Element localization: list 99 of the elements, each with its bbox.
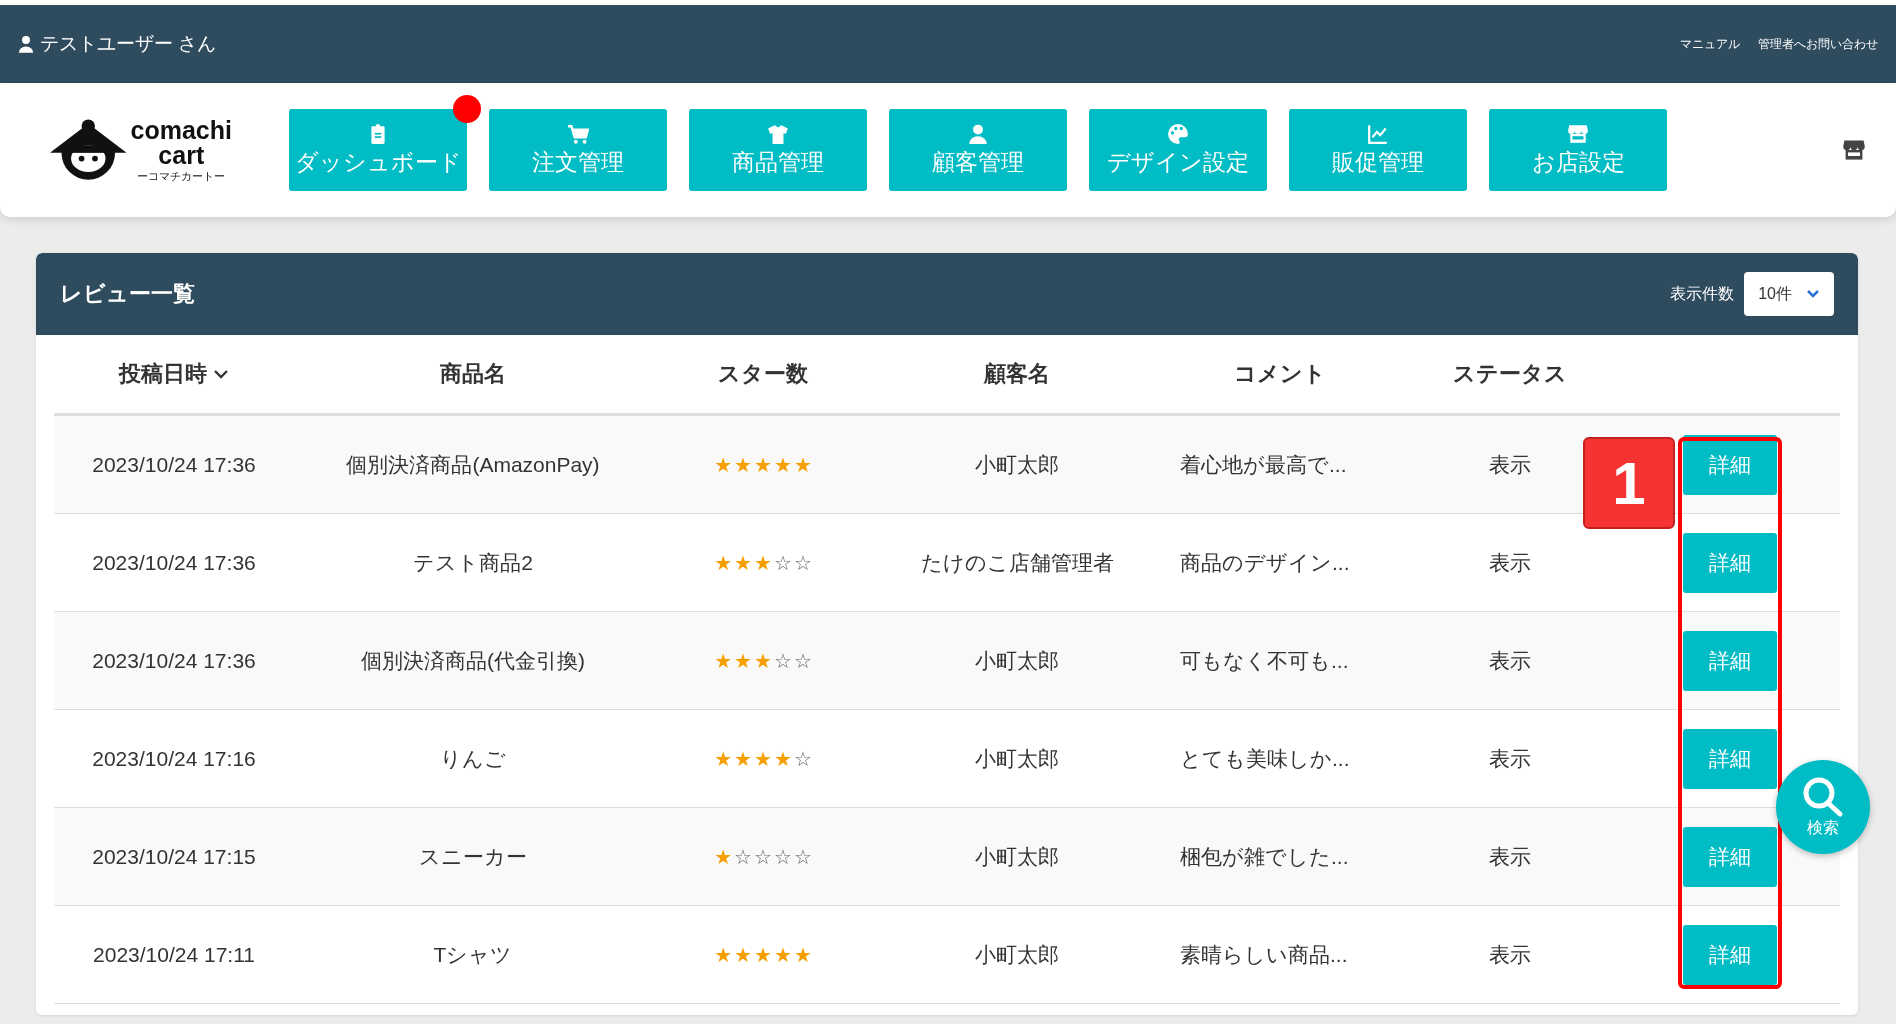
filled-star-icon: ★ — [734, 942, 753, 967]
logo-text: cart — [158, 143, 205, 168]
filled-star-icon: ★ — [734, 550, 753, 575]
empty-star-icon: ☆ — [773, 550, 792, 575]
line-chart-icon — [1367, 122, 1389, 145]
user-name: テストユーザー さん — [40, 32, 217, 56]
empty-star-icon: ☆ — [793, 550, 812, 575]
filled-star-icon: ★ — [714, 550, 733, 575]
filled-star-icon: ★ — [754, 746, 772, 771]
nav-button[interactable]: デザイン設定 — [1089, 109, 1267, 191]
date-cell-text: 2023/10/24 17:36 — [91, 452, 257, 477]
empty-star-icon: ☆ — [793, 648, 812, 673]
product-cell-text: 個別決済商品(AmazonPay) — [345, 451, 601, 478]
product-cell-text: テスト商品2 — [412, 549, 534, 576]
palette-icon — [1167, 122, 1189, 145]
status-cell-text: 表示 — [1488, 549, 1532, 576]
panel-title: レビュー一覧 — [60, 280, 195, 308]
header-link[interactable]: マニュアル — [1680, 35, 1740, 53]
chevron-down-icon — [1806, 289, 1820, 299]
header-link[interactable]: 管理者へお問い合わせ — [1758, 35, 1878, 53]
comment-cell-text: 梱包が雑でした... — [1179, 843, 1350, 870]
empty-star-icon: ☆ — [754, 844, 772, 869]
date-cell-text: 2023/10/24 17:36 — [91, 648, 257, 673]
per-page-select[interactable]: 10件 — [1744, 272, 1834, 316]
filled-star-icon: ★ — [734, 746, 753, 771]
date-cell-text: 2023/10/24 17:36 — [91, 550, 257, 575]
empty-star-icon: ☆ — [793, 844, 812, 869]
empty-star-icon: ☆ — [793, 746, 812, 771]
filled-star-icon: ★ — [754, 550, 772, 575]
comment-cell-text: 商品のデザイン... — [1179, 549, 1351, 576]
column-header[interactable]: スター数 — [652, 359, 874, 389]
filled-star-icon: ★ — [793, 452, 812, 477]
product-cell-text: Tシャツ — [432, 941, 514, 968]
customer-cell-text: 小町太郎 — [974, 745, 1060, 772]
user-icon — [18, 35, 34, 53]
nav-button[interactable]: 顧客管理 — [889, 109, 1067, 191]
product-cell-text: スニーカー — [418, 843, 528, 870]
product-cell-text: 個別決済商品(代金引換) — [360, 647, 586, 674]
date-cell-text: 2023/10/24 17:15 — [91, 844, 257, 869]
filled-star-icon: ★ — [754, 942, 772, 967]
store-icon — [1567, 122, 1589, 145]
annotation-badge: 1 — [1583, 437, 1675, 529]
column-header[interactable]: 顧客名 — [874, 359, 1160, 389]
filled-star-icon: ★ — [714, 452, 733, 477]
empty-star-icon: ☆ — [734, 844, 753, 869]
shirt-icon — [767, 122, 789, 145]
customer-cell-text: 小町太郎 — [974, 843, 1060, 870]
nav-button[interactable]: 注文管理 — [489, 109, 667, 191]
status-cell-text: 表示 — [1488, 745, 1532, 772]
filled-star-icon: ★ — [714, 746, 733, 771]
filled-star-icon: ★ — [773, 942, 792, 967]
status-cell-text: 表示 — [1488, 843, 1532, 870]
date-cell-text: 2023/10/24 17:16 — [91, 746, 257, 771]
column-header[interactable]: 商品名 — [294, 359, 652, 389]
detail-button[interactable]: 詳細 — [1683, 532, 1777, 593]
product-cell-text: りんご — [439, 745, 507, 772]
store-icon[interactable] — [1842, 138, 1866, 162]
filled-star-icon: ★ — [734, 648, 753, 673]
customer-cell-text: 小町太郎 — [974, 451, 1060, 478]
date-cell-text: 2023/10/24 17:11 — [92, 942, 256, 967]
comment-cell-text: 着心地が最高で... — [1179, 451, 1348, 478]
status-cell-text: 表示 — [1488, 941, 1532, 968]
logo-reading: ーコマチカートー — [137, 171, 226, 182]
detail-button[interactable]: 詳細 — [1683, 630, 1777, 691]
detail-button[interactable]: 詳細 — [1683, 924, 1777, 985]
filled-star-icon: ★ — [734, 452, 753, 477]
customer-cell-text: たけのこ店舗管理者 — [919, 549, 1115, 576]
filled-star-icon: ★ — [793, 942, 812, 967]
comment-cell-text: 可もなく不可も... — [1179, 647, 1350, 674]
filled-star-icon: ★ — [773, 452, 792, 477]
nav-button[interactable]: お店設定 — [1489, 109, 1667, 191]
logo-text: comachi — [130, 118, 232, 143]
comment-cell-text: とても美味しか... — [1179, 745, 1351, 772]
filled-star-icon: ★ — [754, 452, 772, 477]
filled-star-icon: ★ — [773, 746, 792, 771]
column-header[interactable]: 投稿日時 — [54, 359, 294, 389]
status-cell-text: 表示 — [1488, 647, 1532, 674]
nav-button[interactable]: ダッシュボード — [289, 109, 467, 191]
filled-star-icon: ★ — [714, 648, 733, 673]
search-icon — [1801, 775, 1845, 818]
detail-button[interactable]: 詳細 — [1683, 728, 1777, 789]
filled-star-icon: ★ — [714, 844, 733, 869]
nav-button[interactable]: 販促管理 — [1289, 109, 1467, 191]
column-header[interactable]: コメント — [1160, 359, 1400, 389]
filled-star-icon: ★ — [714, 942, 733, 967]
customer-cell-text: 小町太郎 — [974, 941, 1060, 968]
comment-cell-text: 素晴らしい商品... — [1179, 941, 1349, 968]
nav-button[interactable]: 商品管理 — [689, 109, 867, 191]
detail-button[interactable]: 詳細 — [1683, 434, 1777, 495]
per-page-label: 表示件数 — [1670, 283, 1735, 304]
cart-icon — [567, 122, 589, 145]
customer-cell-text: 小町太郎 — [974, 647, 1060, 674]
detail-button[interactable]: 詳細 — [1683, 826, 1777, 887]
filled-star-icon: ★ — [754, 648, 772, 673]
empty-star-icon: ☆ — [773, 648, 792, 673]
column-header[interactable]: ステータス — [1400, 359, 1620, 389]
status-cell-text: 表示 — [1488, 451, 1532, 478]
user-icon — [967, 122, 989, 145]
empty-star-icon: ☆ — [773, 844, 792, 869]
